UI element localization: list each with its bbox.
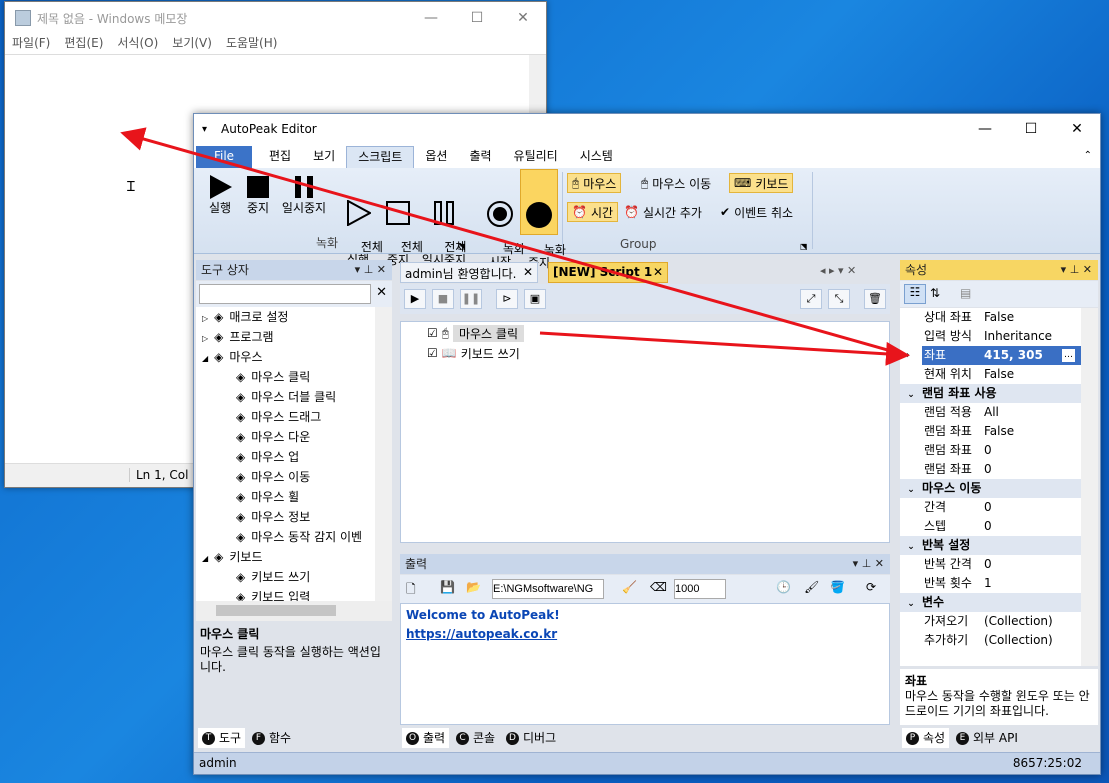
annotation-arrows (120, 127, 910, 366)
arrow-to-notepad (120, 127, 906, 357)
arrow-to-coordinate (539, 331, 910, 366)
